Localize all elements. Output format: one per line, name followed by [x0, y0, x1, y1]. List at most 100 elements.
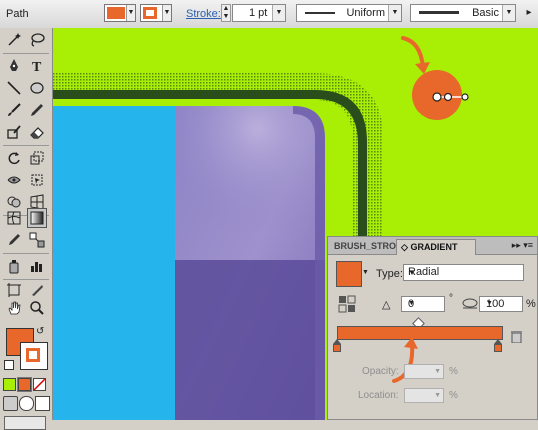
profile-line-preview: [305, 12, 335, 14]
eraser-tool-icon[interactable]: [27, 122, 47, 142]
gradient-preview-swatch[interactable]: [336, 261, 362, 287]
gradient-panel: BRUSH_STROK ◇ GRADIENT ▸▸ ▾≡ ▼ Type: Rad…: [327, 236, 538, 420]
rotate-tool-icon[interactable]: [4, 148, 24, 168]
draw-inside-icon[interactable]: [35, 396, 50, 411]
chevron-down-icon: ▼: [388, 5, 401, 21]
artboard-tool-icon[interactable]: [4, 280, 24, 300]
symbol-sprayer-tool-icon[interactable]: [4, 256, 24, 276]
stroke-color-button[interactable]: ▼: [140, 4, 172, 22]
chevron-down-icon: ▼: [434, 368, 441, 375]
none-mode-icon[interactable]: [33, 378, 46, 391]
type-tool-icon[interactable]: T: [27, 56, 47, 76]
location-field[interactable]: ▼: [404, 388, 444, 403]
tab-gradient-label: GRADIENT: [410, 242, 458, 252]
gradient-tool-icon[interactable]: [27, 208, 47, 228]
color-mode-icon[interactable]: [3, 378, 16, 391]
chevron-down-icon[interactable]: ▼: [362, 265, 370, 281]
stroke-weight-field[interactable]: 1 pt ▼: [232, 4, 286, 22]
stop-color: [494, 344, 502, 352]
ellipse-tool-icon[interactable]: [27, 78, 47, 98]
tab-brush-strokes[interactable]: BRUSH_STROK: [330, 239, 400, 254]
screen-mode-button[interactable]: [4, 416, 46, 430]
divider: [3, 53, 49, 54]
blend-tool-icon[interactable]: [27, 230, 47, 250]
tab-gradient-icon: ◇: [401, 242, 408, 252]
percent-label: %: [449, 390, 458, 401]
delete-stop-icon[interactable]: [511, 330, 522, 343]
aspect-ratio-icon: [462, 298, 478, 309]
fill-color-button[interactable]: ▼: [104, 4, 136, 22]
free-transform-tool-icon[interactable]: [27, 170, 47, 190]
gradient-end-handle[interactable]: [461, 93, 469, 101]
mesh-tool-icon[interactable]: [4, 208, 24, 228]
gradient-origin-handle[interactable]: [432, 92, 442, 102]
chevron-down-icon: ▼: [126, 5, 135, 21]
tab-gradient[interactable]: ◇ GRADIENT: [396, 239, 476, 255]
opacity-field[interactable]: ▼: [404, 364, 444, 379]
pen-tool-icon[interactable]: [4, 56, 24, 76]
zoom-tool-icon[interactable]: [27, 298, 47, 318]
tools-panel: T ↺: [0, 28, 53, 430]
selection-type-label: Path: [6, 8, 29, 20]
width-tool-icon[interactable]: [4, 170, 24, 190]
chevron-down-icon: ▼: [502, 5, 515, 21]
brush-definition-select[interactable]: Basic ▼: [410, 4, 516, 22]
blue-rectangle: [53, 106, 175, 420]
stroke-swatch-inner: [26, 348, 40, 362]
gradient-type-select[interactable]: Radial ▼: [403, 264, 524, 281]
stroke-weight-value: 1 pt: [249, 7, 268, 19]
gradient-mode-icon[interactable]: [17, 377, 32, 392]
percent-label: %: [449, 366, 458, 377]
chevron-down-icon: ▼: [486, 300, 493, 307]
purple-highlight: [175, 106, 325, 258]
reverse-gradient-icon[interactable]: [338, 295, 356, 313]
draw-normal-icon[interactable]: [3, 396, 18, 411]
blob-brush-tool-icon[interactable]: [4, 122, 24, 142]
brush-value: Basic: [472, 7, 499, 19]
default-fill-stroke-icon[interactable]: [4, 360, 14, 370]
angle-icon: △: [382, 299, 391, 311]
stroke-weight-stepper[interactable]: ▲ ▼: [221, 4, 231, 22]
divider: [3, 253, 49, 254]
lasso-tool-icon[interactable]: [27, 30, 47, 50]
chevron-down-icon: ▼: [272, 5, 285, 21]
eyedropper-tool-icon[interactable]: [4, 230, 24, 250]
magic-wand-tool-icon[interactable]: [4, 30, 24, 50]
type-label: Type:: [376, 268, 403, 280]
stroke-swatch: [143, 7, 157, 19]
swap-fill-stroke-icon[interactable]: ↺: [36, 326, 44, 337]
gradient-stop-handle[interactable]: [443, 92, 453, 102]
control-bar: Path ▼ ▼ Stroke: ▲ ▼ 1 pt ▼ Uniform ▼ Bas…: [0, 0, 538, 29]
chevron-down-icon: ▼: [408, 268, 416, 277]
stroke-color-box[interactable]: [20, 342, 48, 370]
profile-value: Uniform: [346, 7, 385, 19]
percent-label: %: [526, 298, 536, 310]
stroke-panel-link[interactable]: Stroke:: [186, 8, 221, 20]
location-label: Location:: [358, 390, 399, 401]
scale-tool-icon[interactable]: [27, 148, 47, 168]
panel-tab-bar: BRUSH_STROK ◇ GRADIENT ▸▸ ▾≡: [328, 237, 537, 255]
line-segment-tool-icon[interactable]: [4, 78, 24, 98]
slice-tool-icon[interactable]: [27, 280, 47, 300]
chevron-down-icon: ▼: [434, 392, 441, 399]
hand-tool-icon[interactable]: [4, 298, 24, 318]
opacity-label: Opacity:: [362, 366, 399, 377]
brush-line-preview: [419, 11, 459, 14]
svg-text:T: T: [32, 60, 42, 74]
panel-menu-buttons[interactable]: ▸▸ ▾≡: [512, 240, 533, 251]
stop-color: [333, 344, 341, 352]
angle-field[interactable]: 0 ▼: [401, 296, 445, 312]
more-options-icon[interactable]: ▸: [520, 4, 538, 22]
chevron-down-icon: ▼: [162, 5, 171, 21]
divider: [3, 145, 49, 146]
fill-swatch: [107, 7, 125, 19]
chevron-down-icon: ▼: [408, 300, 415, 307]
paintbrush-tool-icon[interactable]: [4, 100, 24, 120]
purple-shadow: [175, 260, 325, 420]
degree-symbol: °: [449, 293, 453, 304]
column-graph-tool-icon[interactable]: [27, 256, 47, 276]
pencil-tool-icon[interactable]: [27, 100, 47, 120]
variable-width-profile-select[interactable]: Uniform ▼: [296, 4, 402, 22]
draw-behind-icon[interactable]: [19, 396, 34, 411]
aspect-ratio-field[interactable]: 100 ▼: [479, 296, 523, 312]
